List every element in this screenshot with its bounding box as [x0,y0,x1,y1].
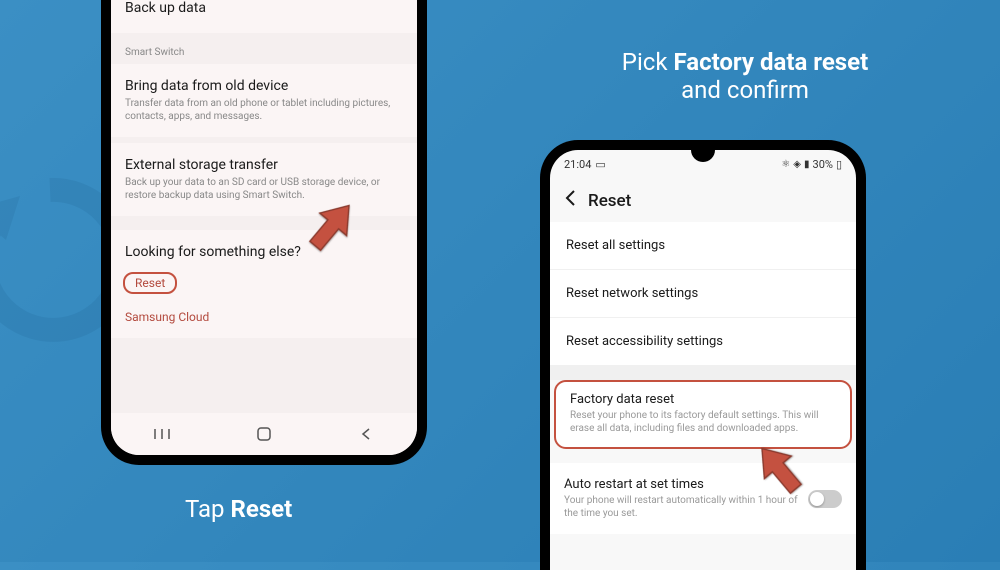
home-button[interactable] [254,424,274,444]
pointer-arrow-icon [296,192,366,262]
option-description: Transfer data from an old phone or table… [125,97,403,123]
instruction-caption-2: Pick Factory data reset and confirm [530,48,960,104]
phone-frame-left: Google Drive Back up data Smart Switch B… [101,0,427,465]
signal-icon: ▮ [804,159,810,170]
reset-link[interactable]: Reset [123,272,177,294]
samsung-cloud-link[interactable]: Samsung Cloud [125,310,403,324]
spacer [550,366,856,380]
bring-data-option[interactable]: Bring data from old device Transfer data… [111,64,417,137]
wifi-icon: ◈ [793,159,801,170]
instruction-caption-1: Tap Reset [185,495,292,523]
caption-text: and confirm [681,76,809,104]
caption-text: Tap [185,495,230,523]
caption-bold: Factory data reset [673,48,868,76]
navigation-bar [111,413,417,455]
bluetooth-icon: ⚛ [781,159,790,170]
caption-bold: Reset [230,495,292,523]
pointer-arrow-icon [745,435,815,505]
recents-button[interactable] [152,424,172,444]
status-time: 21:04 [564,158,591,171]
section-header-smart-switch: Smart Switch [111,33,417,64]
gallery-icon: ▭ [595,158,605,171]
phone-screen: Google Drive Back up data Smart Switch B… [111,0,417,455]
external-storage-option[interactable]: External storage transfer Back up your d… [111,143,417,216]
backup-data-option[interactable]: Back up data [111,0,417,33]
page-header: Reset [550,175,856,222]
caption-text: Pick [622,48,674,76]
divider [111,216,417,230]
back-button[interactable] [356,424,376,444]
page-title: Reset [588,191,631,211]
reset-all-settings-option[interactable]: Reset all settings [550,222,856,270]
back-icon[interactable] [564,189,576,212]
option-label: External storage transfer [125,157,403,173]
phone-frame-right: 21:04 ▭ ⚛ ◈ ▮ 30% ▯ Reset Reset all sett… [540,140,866,570]
reset-network-settings-option[interactable]: Reset network settings [550,270,856,318]
option-label: Back up data [125,0,403,16]
phone-screen: 21:04 ▭ ⚛ ◈ ▮ 30% ▯ Reset Reset all sett… [550,150,856,570]
looking-block: Looking for something else? Reset Samsun… [111,230,417,338]
option-description: Reset your phone to its factory default … [570,409,836,435]
option-label: Bring data from old device [125,78,403,94]
battery-percent: 30% [813,158,833,171]
battery-icon: ▯ [836,158,842,171]
option-label: Factory data reset [570,392,836,407]
reset-accessibility-settings-option[interactable]: Reset accessibility settings [550,318,856,366]
